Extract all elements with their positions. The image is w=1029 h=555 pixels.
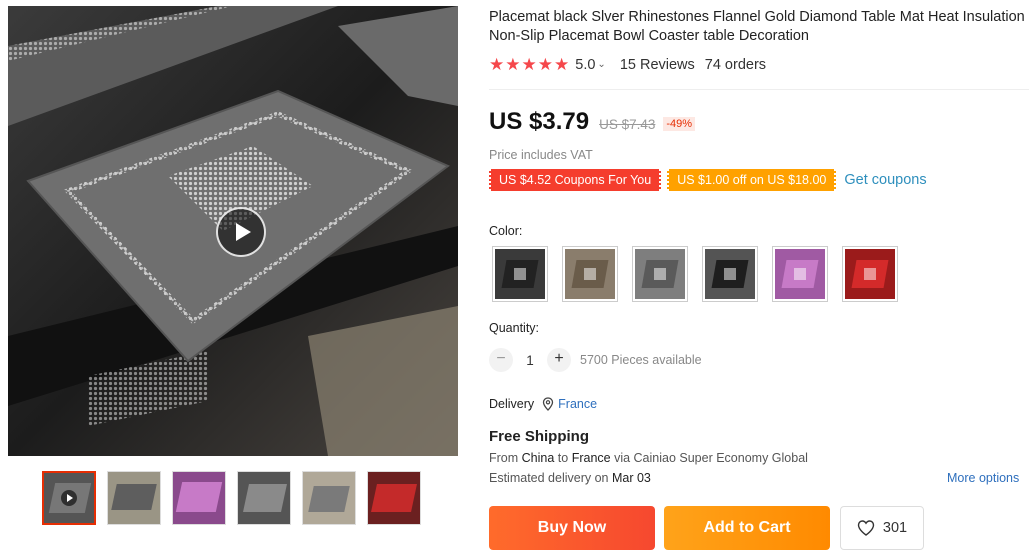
star-icon: ★ bbox=[537, 55, 553, 74]
add-to-cart-button[interactable]: Add to Cart bbox=[664, 506, 830, 550]
buy-now-button[interactable]: Buy Now bbox=[489, 506, 655, 550]
get-coupons-link[interactable]: Get coupons bbox=[844, 172, 926, 188]
quantity-input[interactable]: 1 bbox=[513, 353, 547, 368]
reviews-count[interactable]: 15 Reviews bbox=[620, 57, 695, 73]
color-swatch-black[interactable] bbox=[492, 246, 548, 302]
star-icon: ★ bbox=[554, 55, 570, 74]
play-video-button[interactable] bbox=[216, 207, 266, 257]
swatch-image bbox=[495, 249, 545, 299]
thumbnail-image[interactable] bbox=[367, 471, 421, 525]
main-product-image[interactable] bbox=[8, 6, 458, 456]
divider bbox=[489, 89, 1029, 90]
swatch-image bbox=[845, 249, 895, 299]
color-swatch-purple[interactable] bbox=[772, 246, 828, 302]
location-pin-icon bbox=[543, 397, 554, 411]
orders-count: 74 orders bbox=[704, 56, 767, 73]
current-price: US $3.79 bbox=[489, 108, 590, 135]
color-swatch-gold[interactable] bbox=[562, 246, 618, 302]
discount-badge: -49% bbox=[663, 117, 696, 131]
decrease-quantity-button[interactable]: − bbox=[489, 348, 513, 372]
vat-note: Price includes VAT bbox=[489, 148, 593, 162]
product-title: Placemat black Slver Rhinestones Flannel… bbox=[489, 9, 1025, 44]
wishlist-count: 301 bbox=[882, 520, 908, 536]
shipping-route: From China to France via Cainiao Super E… bbox=[489, 451, 808, 465]
thumbnail-video[interactable] bbox=[42, 471, 96, 525]
more-shipping-options-link[interactable]: More options bbox=[947, 471, 1019, 485]
swatch-image bbox=[635, 249, 685, 299]
thumbnail-strip bbox=[42, 471, 421, 525]
heart-icon bbox=[857, 520, 875, 536]
rating-stars: ★ ★ ★ ★ ★ bbox=[489, 56, 569, 73]
discount-coupon[interactable]: US $1.00 off on US $18.00 bbox=[667, 169, 837, 191]
star-icon: ★ bbox=[521, 55, 537, 74]
thumbnail-image[interactable] bbox=[172, 471, 226, 525]
price-row: US $3.79 US $7.43 -49% bbox=[489, 108, 696, 136]
wishlist-button[interactable]: 301 bbox=[840, 506, 924, 550]
swatch-image bbox=[705, 249, 755, 299]
swatch-image bbox=[775, 249, 825, 299]
store-coupon[interactable]: US $4.52 Coupons For You bbox=[489, 169, 662, 191]
thumbnail-image[interactable] bbox=[237, 471, 291, 525]
color-swatch-silver[interactable] bbox=[632, 246, 688, 302]
color-swatch-black-silver[interactable] bbox=[702, 246, 758, 302]
chevron-down-icon[interactable]: ⌄ bbox=[597, 59, 605, 70]
thumbnail-image[interactable] bbox=[302, 471, 356, 525]
color-label: Color: bbox=[489, 224, 523, 238]
swatch-image bbox=[565, 249, 615, 299]
quantity-stepper: − 1 + 5700 Pieces available bbox=[489, 348, 702, 372]
play-icon bbox=[61, 490, 77, 506]
delivery-label: Delivery bbox=[489, 397, 535, 411]
color-swatches bbox=[492, 246, 898, 302]
star-icon: ★ bbox=[505, 55, 521, 74]
shipping-title: Free Shipping bbox=[489, 428, 590, 445]
play-icon bbox=[235, 223, 251, 241]
color-swatch-red[interactable] bbox=[842, 246, 898, 302]
increase-quantity-button[interactable]: + bbox=[547, 348, 571, 372]
rating-row: ★ ★ ★ ★ ★ 5.0 ⌄ 15 Reviews 74 orders bbox=[489, 56, 766, 73]
original-price: US $7.43 bbox=[599, 117, 656, 132]
stock-available: 5700 Pieces available bbox=[580, 353, 702, 367]
coupons-row: US $4.52 Coupons For You US $1.00 off on… bbox=[489, 169, 927, 191]
thumbnail-image[interactable] bbox=[107, 471, 161, 525]
quantity-label: Quantity: bbox=[489, 321, 540, 335]
rating-value[interactable]: 5.0 bbox=[575, 57, 595, 73]
star-icon: ★ bbox=[489, 55, 505, 74]
delivery-row: Delivery France bbox=[489, 397, 597, 411]
estimated-delivery: Estimated delivery on Mar 03 bbox=[489, 471, 651, 485]
delivery-destination[interactable]: France bbox=[558, 397, 597, 411]
